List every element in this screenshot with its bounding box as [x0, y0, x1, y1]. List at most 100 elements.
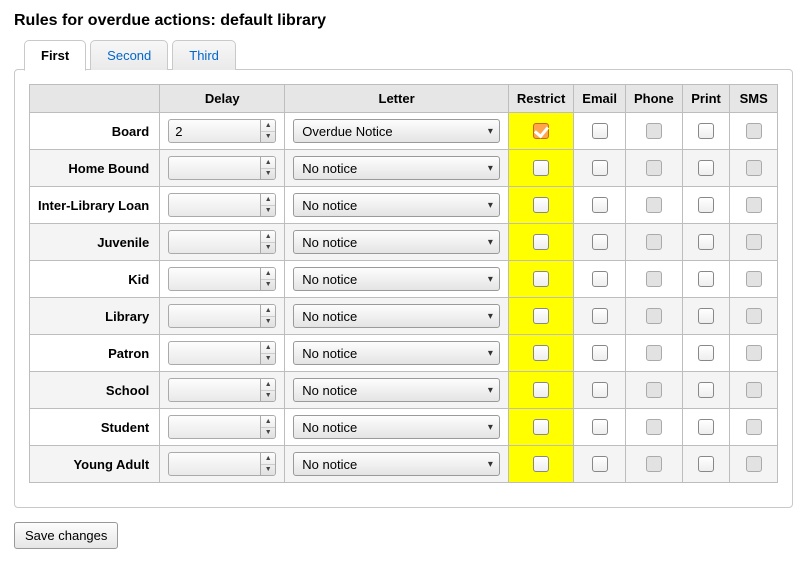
- email-checkbox[interactable]: [592, 197, 608, 213]
- restrict-checkbox[interactable]: [533, 160, 549, 176]
- col-sms: SMS: [730, 85, 778, 113]
- table-row: Kid▲▼No notice▾: [30, 261, 778, 298]
- email-checkbox[interactable]: [592, 271, 608, 287]
- tab-second[interactable]: Second: [90, 40, 168, 70]
- chevron-down-icon: ▾: [488, 422, 493, 433]
- delay-input[interactable]: [169, 268, 260, 290]
- spinner-up-icon[interactable]: ▲: [261, 194, 275, 206]
- sms-checkbox: [746, 234, 762, 250]
- email-checkbox[interactable]: [592, 419, 608, 435]
- table-row: Student▲▼No notice▾: [30, 409, 778, 446]
- row-label: Board: [30, 113, 160, 150]
- delay-spinner[interactable]: ▲▼: [168, 156, 276, 180]
- table-row: Young Adult▲▼No notice▾: [30, 446, 778, 483]
- print-checkbox[interactable]: [698, 123, 714, 139]
- email-checkbox[interactable]: [592, 456, 608, 472]
- letter-select[interactable]: No notice▾: [293, 415, 500, 439]
- letter-select[interactable]: Overdue Notice▾: [293, 119, 500, 143]
- delay-spinner[interactable]: ▲▼: [168, 119, 276, 143]
- letter-select[interactable]: No notice▾: [293, 452, 500, 476]
- delay-spinner[interactable]: ▲▼: [168, 193, 276, 217]
- spinner-up-icon[interactable]: ▲: [261, 453, 275, 465]
- print-checkbox[interactable]: [698, 382, 714, 398]
- spinner-down-icon[interactable]: ▼: [261, 280, 275, 291]
- delay-input[interactable]: [169, 342, 260, 364]
- delay-input[interactable]: [169, 305, 260, 327]
- delay-input[interactable]: [169, 157, 260, 179]
- spinner-down-icon[interactable]: ▼: [261, 428, 275, 439]
- print-checkbox[interactable]: [698, 271, 714, 287]
- print-checkbox[interactable]: [698, 345, 714, 361]
- spinner-up-icon[interactable]: ▲: [261, 120, 275, 132]
- delay-input[interactable]: [169, 379, 260, 401]
- letter-select[interactable]: No notice▾: [293, 267, 500, 291]
- restrict-checkbox[interactable]: [533, 382, 549, 398]
- letter-select[interactable]: No notice▾: [293, 156, 500, 180]
- print-checkbox[interactable]: [698, 197, 714, 213]
- col-print: Print: [682, 85, 730, 113]
- letter-select-label: No notice: [302, 346, 482, 361]
- letter-select-label: No notice: [302, 383, 482, 398]
- save-button[interactable]: Save changes: [14, 522, 118, 549]
- delay-input[interactable]: [169, 416, 260, 438]
- page-title: Rules for overdue actions: default libra…: [14, 12, 793, 30]
- spinner-down-icon[interactable]: ▼: [261, 465, 275, 476]
- restrict-checkbox[interactable]: [533, 271, 549, 287]
- delay-spinner[interactable]: ▲▼: [168, 378, 276, 402]
- email-checkbox[interactable]: [592, 234, 608, 250]
- spinner-down-icon[interactable]: ▼: [261, 391, 275, 402]
- email-checkbox[interactable]: [592, 160, 608, 176]
- spinner-down-icon[interactable]: ▼: [261, 206, 275, 217]
- spinner-down-icon[interactable]: ▼: [261, 169, 275, 180]
- col-delay: Delay: [160, 85, 285, 113]
- delay-spinner[interactable]: ▲▼: [168, 267, 276, 291]
- print-checkbox[interactable]: [698, 160, 714, 176]
- email-checkbox[interactable]: [592, 345, 608, 361]
- delay-spinner[interactable]: ▲▼: [168, 230, 276, 254]
- email-checkbox[interactable]: [592, 308, 608, 324]
- spinner-down-icon[interactable]: ▼: [261, 132, 275, 143]
- restrict-checkbox[interactable]: [533, 456, 549, 472]
- letter-select[interactable]: No notice▾: [293, 230, 500, 254]
- spinner-down-icon[interactable]: ▼: [261, 317, 275, 328]
- print-checkbox[interactable]: [698, 419, 714, 435]
- delay-input[interactable]: [169, 231, 260, 253]
- delay-input[interactable]: [169, 453, 260, 475]
- restrict-checkbox[interactable]: [533, 123, 549, 139]
- spinner-down-icon[interactable]: ▼: [261, 354, 275, 365]
- delay-spinner[interactable]: ▲▼: [168, 452, 276, 476]
- letter-select[interactable]: No notice▾: [293, 304, 500, 328]
- spinner-up-icon[interactable]: ▲: [261, 342, 275, 354]
- restrict-checkbox[interactable]: [533, 419, 549, 435]
- phone-checkbox: [646, 419, 662, 435]
- email-checkbox[interactable]: [592, 123, 608, 139]
- spinner-up-icon[interactable]: ▲: [261, 268, 275, 280]
- delay-spinner[interactable]: ▲▼: [168, 415, 276, 439]
- restrict-checkbox[interactable]: [533, 234, 549, 250]
- letter-select[interactable]: No notice▾: [293, 341, 500, 365]
- delay-spinner[interactable]: ▲▼: [168, 341, 276, 365]
- row-label: Inter-Library Loan: [30, 187, 160, 224]
- spinner-down-icon[interactable]: ▼: [261, 243, 275, 254]
- spinner-up-icon[interactable]: ▲: [261, 379, 275, 391]
- print-checkbox[interactable]: [698, 456, 714, 472]
- letter-select[interactable]: No notice▾: [293, 193, 500, 217]
- phone-checkbox: [646, 345, 662, 361]
- spinner-up-icon[interactable]: ▲: [261, 305, 275, 317]
- restrict-checkbox[interactable]: [533, 308, 549, 324]
- print-checkbox[interactable]: [698, 308, 714, 324]
- sms-checkbox: [746, 308, 762, 324]
- delay-input[interactable]: [169, 120, 260, 142]
- print-checkbox[interactable]: [698, 234, 714, 250]
- restrict-checkbox[interactable]: [533, 345, 549, 361]
- tab-third[interactable]: Third: [172, 40, 236, 70]
- spinner-up-icon[interactable]: ▲: [261, 416, 275, 428]
- email-checkbox[interactable]: [592, 382, 608, 398]
- letter-select[interactable]: No notice▾: [293, 378, 500, 402]
- delay-input[interactable]: [169, 194, 260, 216]
- spinner-up-icon[interactable]: ▲: [261, 157, 275, 169]
- delay-spinner[interactable]: ▲▼: [168, 304, 276, 328]
- restrict-checkbox[interactable]: [533, 197, 549, 213]
- spinner-up-icon[interactable]: ▲: [261, 231, 275, 243]
- tab-first[interactable]: First: [24, 40, 86, 71]
